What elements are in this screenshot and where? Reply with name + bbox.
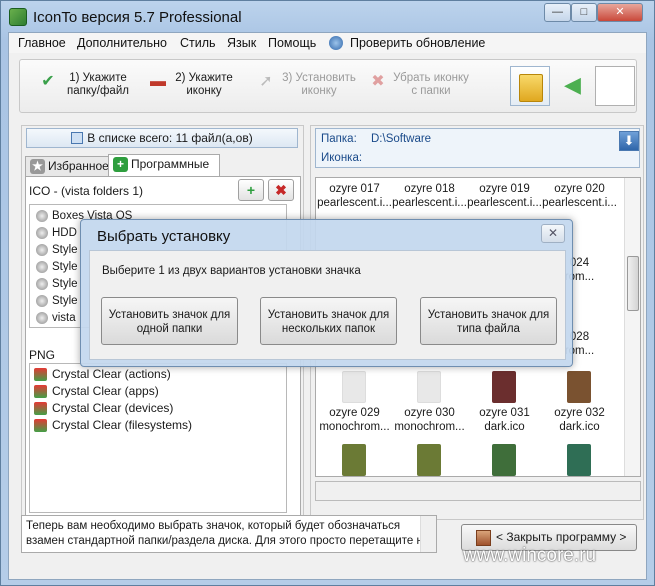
step-select-icon[interactable]: ▬ 2) Укажите иконку bbox=[150, 72, 240, 98]
shield-icon bbox=[36, 244, 48, 256]
plus-shield-icon: + bbox=[113, 157, 128, 172]
menu-additional[interactable]: Дополнительно bbox=[77, 36, 167, 50]
shield-icon bbox=[36, 227, 48, 239]
folder-path-value: D:\Software bbox=[371, 133, 432, 145]
menu-main[interactable]: Главное bbox=[18, 36, 66, 50]
png-arrow-icon bbox=[34, 419, 47, 432]
folder-icon bbox=[492, 444, 516, 476]
watermark: www.wincore.ru bbox=[463, 545, 597, 566]
shield-icon bbox=[36, 312, 48, 324]
selected-folder-preview[interactable] bbox=[510, 66, 550, 106]
title-bar[interactable]: IconTo версия 5.7 Professional — □ ✕ bbox=[1, 1, 654, 33]
grid-item[interactable]: ozyre 017 pearlescent.i... bbox=[317, 182, 392, 210]
step-select-folder[interactable]: ✔ 1) Укажите папку/файл bbox=[40, 72, 138, 98]
icon-label: Иконка: bbox=[321, 152, 363, 164]
install-file-type-button[interactable]: Установить значок для типа файла bbox=[420, 297, 557, 345]
png-arrow-icon bbox=[34, 385, 47, 398]
folder-icon bbox=[417, 444, 441, 476]
menu-help[interactable]: Помощь bbox=[268, 36, 316, 50]
step-install-icon[interactable]: ➚ 3) Установить иконку bbox=[258, 72, 362, 98]
menu-style[interactable]: Стиль bbox=[180, 36, 216, 50]
folder-label: Папка: bbox=[321, 133, 357, 145]
dialog-title: Выбрать установку bbox=[97, 228, 231, 245]
menu-language[interactable]: Язык bbox=[227, 36, 256, 50]
grid-item[interactable]: ozyre 031 dark.ico bbox=[467, 406, 542, 434]
list-item[interactable]: Crystal Clear (devices) bbox=[34, 400, 173, 417]
hint-scrollbar[interactable] bbox=[420, 516, 436, 552]
update-icon bbox=[329, 36, 343, 50]
list-item[interactable]: Crystal Clear (apps) bbox=[34, 383, 159, 400]
grid-item[interactable]: ozyre 019 pearlescent.i... bbox=[467, 182, 542, 210]
install-choice-dialog: Выбрать установку ✕ Выберите 1 из двух в… bbox=[80, 219, 573, 367]
dialog-message: Выберите 1 из двух вариантов установки з… bbox=[102, 265, 361, 277]
ico-group-header: ICO - (vista folders 1) bbox=[29, 184, 144, 198]
png-group-header: PNG bbox=[29, 348, 56, 362]
list-item[interactable]: Style bbox=[36, 242, 78, 258]
step-toolbar: ✔ 1) Укажите папку/файл ▬ 2) Укажите ико… bbox=[19, 59, 637, 113]
arrow-left-icon: ◀ bbox=[564, 72, 581, 97]
door-icon bbox=[476, 530, 491, 546]
list-item[interactable]: vista bbox=[36, 310, 76, 326]
step-remove-icon[interactable]: ✖ Убрать иконку с папки bbox=[370, 72, 474, 98]
grid-item[interactable]: ozyre 029 monochrom... bbox=[317, 406, 392, 434]
list-item[interactable]: Crystal Clear (actions) bbox=[34, 366, 171, 383]
folder-icon bbox=[492, 371, 516, 403]
file-count-label: В списке всего: 11 файл(а,ов) bbox=[87, 131, 253, 145]
folder-icon bbox=[417, 371, 441, 403]
delete-collection-button[interactable]: ✖ bbox=[268, 179, 294, 201]
path-info-bar: Папка: D:\Software Иконка: ⬇ bbox=[315, 128, 640, 168]
dialog-body: Выберите 1 из двух вариантов установки з… bbox=[89, 250, 566, 360]
png-collection-list[interactable]: Crystal Clear (actions) Crystal Clear (a… bbox=[29, 363, 287, 513]
selected-icon-preview[interactable] bbox=[595, 66, 635, 106]
minus-icon: ▬ bbox=[150, 73, 166, 90]
install-multiple-folders-button[interactable]: Установить значок для нескольких папок bbox=[260, 297, 397, 345]
scrollbar-thumb[interactable] bbox=[627, 256, 639, 311]
grid-scrollbar[interactable] bbox=[624, 178, 640, 476]
list-item[interactable]: Style bbox=[36, 293, 78, 309]
png-arrow-icon bbox=[34, 402, 47, 415]
list-item[interactable]: Style bbox=[36, 259, 78, 275]
app-window: IconTo версия 5.7 Professional — □ ✕ Гла… bbox=[0, 0, 655, 586]
grid-item[interactable]: ozyre 030 monochrom... bbox=[392, 406, 467, 434]
download-icon[interactable]: ⬇ bbox=[619, 131, 639, 151]
list-item[interactable]: Crystal Clear (filesystems) bbox=[34, 417, 192, 434]
shield-icon bbox=[36, 261, 48, 273]
folder-icon bbox=[342, 371, 366, 403]
install-icon: ➚ bbox=[259, 73, 273, 90]
progress-bar bbox=[315, 481, 641, 501]
grid-item[interactable]: ozyre 032 dark.ico bbox=[542, 406, 617, 434]
dialog-close-button[interactable]: ✕ bbox=[541, 224, 565, 243]
shield-icon bbox=[36, 295, 48, 307]
star-shield-icon: ★ bbox=[30, 159, 45, 174]
shield-icon bbox=[36, 210, 48, 222]
calendar-icon bbox=[71, 132, 84, 144]
shield-icon bbox=[36, 278, 48, 290]
hint-text-box: Теперь вам необходимо выбрать значок, ко… bbox=[21, 515, 437, 553]
png-arrow-icon bbox=[34, 368, 47, 381]
tab-programs[interactable]: + Программные bbox=[108, 154, 220, 177]
folder-icon bbox=[342, 444, 366, 476]
tab-favorites[interactable]: ★ Избранное bbox=[25, 156, 109, 177]
list-item[interactable]: Style bbox=[36, 276, 78, 292]
grid-item[interactable]: ozyre 018 pearlescent.i... bbox=[392, 182, 467, 210]
folder-icon bbox=[567, 444, 591, 476]
remove-icon: ✖ bbox=[371, 73, 385, 90]
list-item[interactable]: HDD bbox=[36, 225, 77, 241]
folder-icon bbox=[567, 371, 591, 403]
minimize-button[interactable]: — bbox=[544, 3, 571, 22]
grid-item[interactable]: ozyre 020 pearlescent.i... bbox=[542, 182, 617, 210]
app-icon bbox=[9, 8, 27, 26]
check-icon: ✔ bbox=[41, 73, 55, 90]
menu-bar: Главное Дополнительно Стиль Язык Помощь … bbox=[9, 33, 646, 53]
folder-icon bbox=[519, 74, 543, 102]
install-single-folder-button[interactable]: Установить значок для одной папки bbox=[101, 297, 238, 345]
close-window-button[interactable]: ✕ bbox=[597, 3, 643, 22]
file-count-bar: В списке всего: 11 файл(а,ов) bbox=[26, 128, 298, 148]
maximize-button[interactable]: □ bbox=[571, 3, 597, 22]
window-title: IconTo версия 5.7 Professional bbox=[33, 9, 242, 26]
add-collection-button[interactable]: + bbox=[238, 179, 264, 201]
menu-check-update[interactable]: Проверить обновление bbox=[350, 36, 485, 50]
